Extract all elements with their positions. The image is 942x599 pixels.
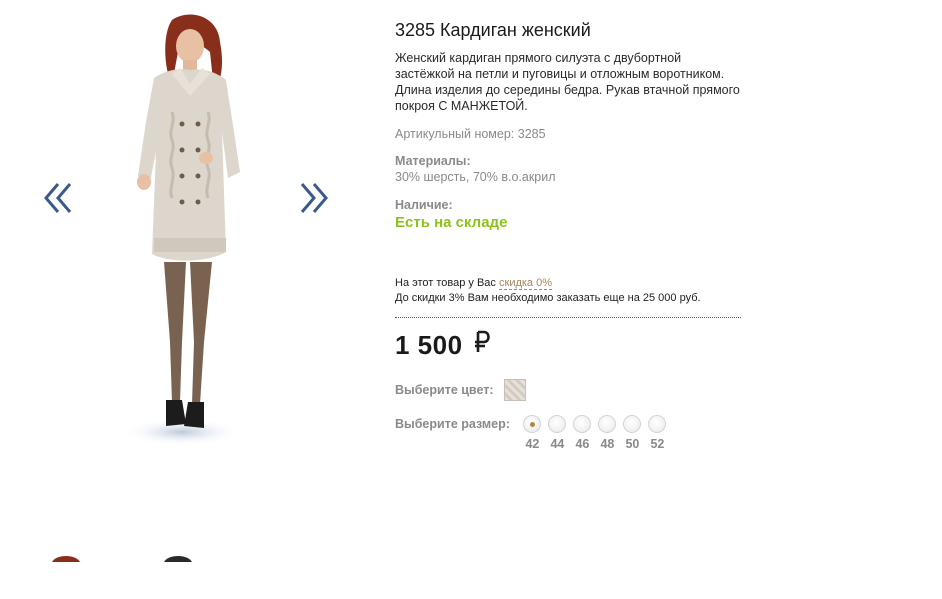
availability-status: Есть на складе (395, 214, 508, 231)
thumbnail-strip (40, 552, 240, 562)
size-option-52[interactable]: 52 (645, 415, 670, 451)
price-row: 1 500 (395, 330, 755, 361)
size-option-label: 46 (575, 437, 590, 451)
size-option-label: 44 (550, 437, 565, 451)
divider (395, 317, 741, 318)
article-number: Артикульный номер: 3285 (395, 127, 546, 141)
double-chevron-right-icon (300, 183, 328, 213)
gallery-next-button[interactable] (296, 178, 330, 218)
discount-line-2: До скидки 3% Вам необходимо заказать еще… (395, 292, 701, 304)
discount-link[interactable]: скидка 0% (499, 277, 553, 290)
gallery-prev-button[interactable] (42, 178, 76, 218)
size-radio[interactable] (548, 415, 567, 433)
size-option-44[interactable]: 44 (545, 415, 570, 451)
materials-value: 30% шерсть, 70% в.о.акрил (395, 170, 556, 184)
size-radio[interactable] (573, 415, 592, 433)
size-option-label: 50 (625, 437, 640, 451)
product-description: Женский кардиган прямого силуэта с двубо… (395, 51, 740, 113)
color-label: Выберите цвет: (395, 383, 494, 397)
size-radio[interactable] (598, 415, 617, 433)
product-page: 3285 Кардиган женский Женский кардиган п… (0, 0, 942, 599)
materials-label: Материалы: (395, 154, 471, 168)
size-option-42[interactable]: 42 (520, 415, 545, 451)
thumbnail-2[interactable] (160, 552, 220, 562)
product-gallery (0, 0, 370, 562)
discount-prefix: На этот товар у Вас (395, 277, 496, 289)
availability-label: Наличие: (395, 198, 453, 212)
size-option-48[interactable]: 48 (595, 415, 620, 451)
size-options: 42 44 46 48 50 52 (520, 415, 670, 451)
size-option-label: 48 (600, 437, 615, 451)
size-option-label: 52 (650, 437, 665, 451)
thumbnail-1[interactable] (40, 552, 100, 562)
discount-line-1: На этот товар у Вас скидка 0% (395, 276, 755, 291)
availability-block: Наличие: Есть на складе (395, 197, 755, 231)
price-value: 1 500 (395, 330, 463, 360)
product-details: 3285 Кардиган женский Женский кардиган п… (395, 18, 755, 451)
size-option-50[interactable]: 50 (620, 415, 645, 451)
size-radio[interactable] (648, 415, 667, 433)
size-radio[interactable] (623, 415, 642, 433)
product-photo (122, 14, 242, 446)
color-swatch-beige[interactable] (503, 379, 526, 401)
size-radio[interactable] (523, 415, 542, 433)
discount-info: На этот товар у Вас скидка 0% До скидки … (395, 276, 755, 306)
size-option-label: 42 (525, 437, 540, 451)
size-option-46[interactable]: 46 (570, 415, 595, 451)
color-selector: Выберите цвет: (395, 379, 755, 401)
size-selector: Выберите размер: 42 44 46 48 50 52 (395, 415, 755, 451)
ruble-sign-icon (474, 330, 490, 352)
size-label: Выберите размер: (395, 417, 510, 431)
materials-block: Материалы: 30% шерсть, 70% в.о.акрил (395, 153, 755, 185)
product-title: 3285 Кардиган женский (395, 20, 591, 40)
double-chevron-left-icon (44, 183, 72, 213)
